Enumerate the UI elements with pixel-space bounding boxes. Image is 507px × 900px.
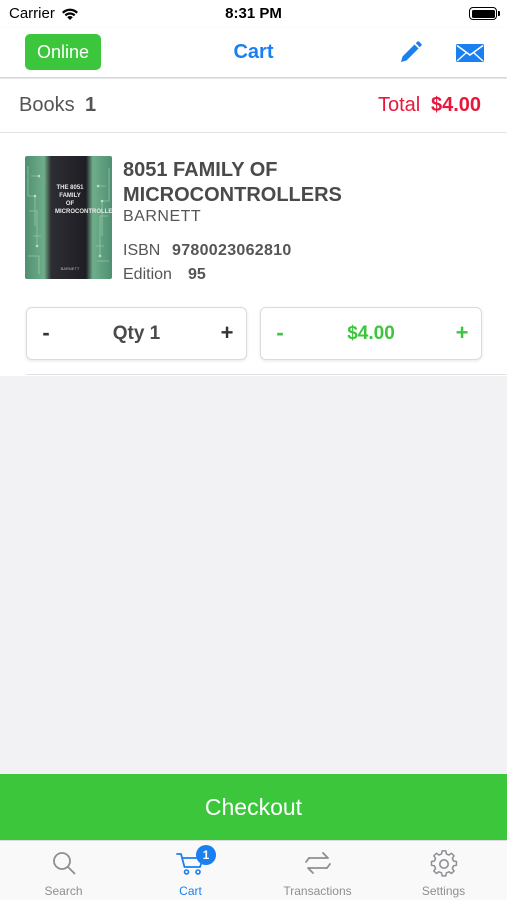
tab-search[interactable]: Search	[0, 841, 127, 900]
books-count: 1	[85, 94, 97, 116]
quantity-stepper: - Qty 1 +	[26, 307, 247, 360]
price-value: $4.00	[347, 323, 395, 344]
price-stepper: - $4.00 +	[260, 307, 482, 360]
book-author: BARNETT	[123, 208, 202, 225]
edition-value: 95	[188, 266, 206, 283]
cover-title: THE 8051 FAMILY OF MICROCONTROLLERS	[55, 185, 112, 215]
tab-label: Transactions	[283, 884, 352, 898]
tab-settings[interactable]: Settings	[380, 841, 507, 900]
tab-label: Settings	[421, 884, 466, 898]
increase-quantity-button[interactable]: +	[217, 320, 237, 346]
tab-transactions[interactable]: Transactions	[254, 841, 381, 900]
envelope-icon[interactable]	[455, 40, 485, 66]
pencil-icon[interactable]	[397, 40, 423, 66]
navigation-bar: Online Cart	[0, 28, 507, 78]
total-label: Total	[378, 94, 421, 116]
search-icon	[52, 852, 75, 875]
cart-count-badge: 1	[196, 845, 216, 865]
tab-cart[interactable]: 1 Cart	[127, 841, 254, 900]
increase-price-button[interactable]: +	[452, 320, 472, 346]
quantity-value: Qty 1	[112, 323, 161, 344]
book-title: 8051 FAMILY OF MICROCONTROLLERS	[123, 159, 342, 206]
gear-icon	[430, 850, 457, 877]
isbn-value: 9780023062810	[172, 242, 292, 259]
transactions-icon	[304, 852, 331, 874]
item-divider	[26, 374, 507, 375]
isbn-label: ISBN	[123, 242, 161, 259]
tab-label: Cart	[179, 884, 202, 898]
cart-summary: Books 1 Total $4.00	[0, 79, 507, 133]
status-time: 8:31 PM	[225, 5, 282, 22]
cover-author: BARNETT	[60, 266, 80, 271]
book-cover-image: THE 8051 FAMILY OF MICROCONTROLLERS BARN…	[25, 156, 112, 279]
tab-label: Search	[44, 884, 83, 898]
books-label: Books	[19, 94, 75, 116]
edition-label: Edition	[123, 266, 172, 283]
status-bar: Carrier 8:31 PM	[0, 0, 507, 28]
cart-content: Books 1 Total $4.00 THE 8051 FAMILY OF M…	[0, 79, 507, 376]
battery-icon	[469, 7, 500, 20]
total-value: $4.00	[431, 94, 482, 116]
page-title: Cart	[233, 41, 274, 63]
tab-bar: Search 1 Cart Transactions Settings	[0, 840, 507, 900]
checkout-button[interactable]: Checkout	[0, 774, 507, 840]
